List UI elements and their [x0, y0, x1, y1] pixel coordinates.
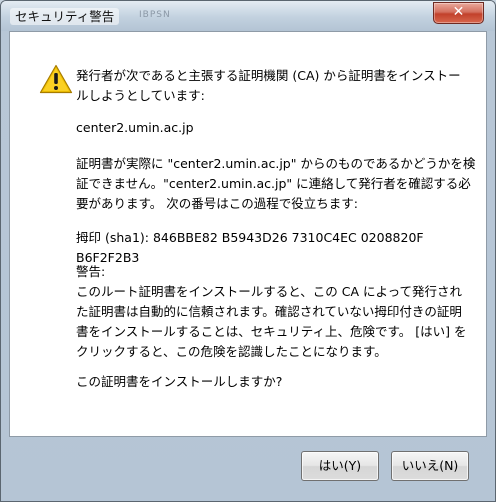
background-window-title: IBPSN	[139, 10, 171, 20]
message-panel: 発行者が次であると主張する証明機関 (CA) から証明書をインストー ルしようと…	[9, 31, 487, 437]
message-warning-text: 警告: このルート証明書をインストールすると、この CA によって発行され た証…	[76, 264, 467, 359]
yes-button[interactable]: はい(Y)	[301, 451, 379, 481]
message-question: この証明書をインストールしますか?	[76, 374, 283, 389]
message-issuer-text: 発行者が次であると主張する証明機関 (CA) から証明書をインストー ルしようと…	[76, 68, 461, 103]
message-verify-text: 証明書が実際に "center2.umin.ac.jp" からのものであるかどう…	[76, 156, 476, 211]
security-warning-dialog: セキュリティ警告 IBPSN ✕ 発行者が次であると主張する証明機関 (CA) …	[0, 0, 496, 502]
button-bar: はい(Y) いいえ(N)	[9, 437, 487, 493]
close-button[interactable]: ✕	[433, 2, 484, 24]
no-button[interactable]: いいえ(N)	[391, 451, 469, 481]
warning-icon	[39, 64, 73, 94]
message-issuer-name: center2.umin.ac.jp	[76, 120, 194, 135]
title-bar[interactable]: セキュリティ警告 IBPSN ✕	[1, 1, 495, 31]
dialog-title: セキュリティ警告	[10, 8, 120, 25]
